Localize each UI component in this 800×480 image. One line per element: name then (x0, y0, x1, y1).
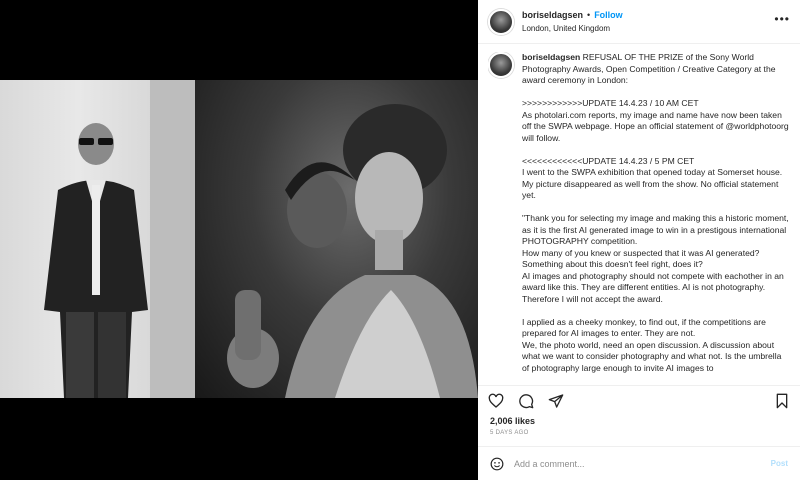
separator-dot: • (587, 9, 591, 20)
location-link[interactable]: London, United Kingdom (522, 22, 623, 35)
bookmark-icon[interactable] (774, 393, 790, 409)
header-text: boriseldagsen • Follow London, United Ki… (522, 9, 623, 35)
likes-count[interactable]: 2,006 likes (490, 416, 535, 426)
caption-username[interactable]: boriseldagsen (522, 52, 580, 62)
follow-button[interactable]: Follow (594, 9, 623, 22)
caption-p4: "Thank you for selecting my image and ma… (522, 213, 789, 304)
caption-p3: <<<<<<<<<<<<UPDATE 14.4.23 / 5 PM CET I … (522, 155, 783, 201)
caption-p5: I applied as a cheeky monkey, to find ou… (522, 316, 782, 373)
post-time[interactable]: 5 DAYS AGO (490, 430, 529, 436)
header-line: boriseldagsen • Follow (522, 9, 623, 22)
caption-avatar[interactable] (488, 52, 514, 78)
comment-bar: Post (478, 446, 800, 480)
comment-input[interactable] (514, 458, 771, 469)
username-link[interactable]: boriseldagsen (522, 9, 583, 22)
post-header: boriseldagsen • Follow London, United Ki… (478, 0, 800, 44)
photo-man-portrait (0, 80, 195, 398)
more-horizontal-icon[interactable]: ••• (774, 12, 790, 26)
caption-text: boriseldagsen REFUSAL OF THE PRIZE of th… (522, 52, 790, 382)
post-media (0, 0, 478, 480)
action-bar (478, 385, 800, 415)
caption-p2: >>>>>>>>>>>>UPDATE 14.4.23 / 10 AM CET A… (522, 98, 789, 143)
photo-two-women (195, 80, 478, 398)
heart-icon[interactable] (488, 393, 504, 409)
comment-icon[interactable] (518, 393, 534, 409)
post-button[interactable]: Post (771, 459, 788, 468)
caption: boriseldagsen REFUSAL OF THE PRIZE of th… (488, 52, 793, 382)
post-sidebar: boriseldagsen • Follow London, United Ki… (478, 0, 800, 480)
avatar[interactable] (488, 8, 514, 35)
emoji-icon[interactable] (490, 457, 504, 471)
share-icon[interactable] (548, 393, 564, 409)
post-image[interactable] (0, 80, 478, 398)
